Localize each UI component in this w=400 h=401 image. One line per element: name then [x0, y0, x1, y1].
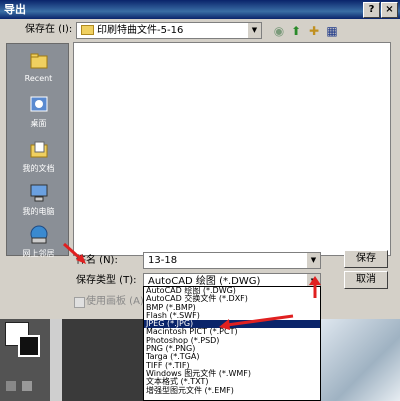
place-label: Recent — [24, 74, 53, 83]
place-desktop[interactable]: 桌面 — [7, 94, 70, 129]
annotation-arrow-dropdown — [309, 276, 321, 298]
chevron-down-icon[interactable]: ▼ — [247, 23, 261, 38]
help-button[interactable]: ? — [363, 2, 380, 18]
place-computer[interactable]: 我的电脑 — [7, 182, 70, 217]
filename-combo[interactable]: 13-18 ▼ — [143, 252, 321, 269]
folder-icon — [81, 25, 94, 35]
save-in-label: 保存在 (I): — [25, 24, 73, 35]
annotation-arrow-jpeg — [219, 314, 294, 330]
place-label: 桌面 — [30, 119, 47, 128]
close-button[interactable]: × — [381, 2, 398, 18]
artboard-label: 使用画板 (A) — [86, 296, 144, 307]
places-bar: Recent 桌面 我的文档 我的电脑 网上邻居 — [6, 43, 70, 258]
window-title: 导出 — [4, 3, 26, 16]
desktop-icon — [30, 96, 47, 112]
cancel-button[interactable]: 取消 — [344, 271, 388, 289]
chevron-down-icon[interactable]: ▼ — [306, 253, 320, 268]
filename-value: 13-18 — [148, 255, 178, 266]
save-in-combo[interactable]: 印刷特曲文件-5-16 ▼ — [76, 22, 262, 39]
recent-folder-icon — [30, 53, 47, 69]
tool-panel — [0, 319, 50, 401]
mask-icon[interactable] — [6, 381, 16, 391]
view-menu-icon[interactable]: ▦ — [324, 23, 340, 39]
file-list[interactable] — [73, 42, 391, 256]
my-computer-icon — [30, 184, 47, 202]
place-documents[interactable]: 我的文档 — [7, 139, 70, 174]
place-label: 我的文档 — [22, 164, 55, 173]
mode-icon[interactable] — [22, 381, 32, 391]
export-dialog: 保存在 (I): 印刷特曲文件-5-16 ▼ ◉ ⬆ ✚ ▦ Recent 桌面… — [0, 19, 400, 319]
artboard-checkbox[interactable] — [74, 297, 85, 308]
network-icon — [30, 225, 47, 244]
list-item[interactable]: 增强型图元文件 (*.EMF) — [144, 386, 320, 395]
filetype-dropdown-list[interactable]: AutoCAD 绘图 (*.DWG) AutoCAD 交换文件 (*.DXF) … — [143, 286, 321, 401]
background-color-swatch[interactable] — [18, 335, 40, 357]
save-button[interactable]: 保存 — [344, 250, 388, 268]
up-folder-icon[interactable]: ⬆ — [288, 23, 304, 39]
place-label: 我的电脑 — [22, 207, 55, 216]
title-bar: 导出 ? × — [0, 0, 400, 19]
place-recent[interactable]: Recent — [7, 50, 70, 83]
current-folder: 印刷特曲文件-5-16 — [97, 25, 184, 36]
canvas-image — [320, 319, 400, 401]
back-icon[interactable]: ◉ — [271, 23, 287, 39]
annotation-arrow-filetype — [63, 242, 86, 264]
my-documents-icon — [30, 141, 47, 158]
filetype-label: 保存类型 (T): — [76, 275, 137, 286]
new-folder-icon[interactable]: ✚ — [306, 23, 322, 39]
vertical-ruler — [50, 319, 62, 401]
